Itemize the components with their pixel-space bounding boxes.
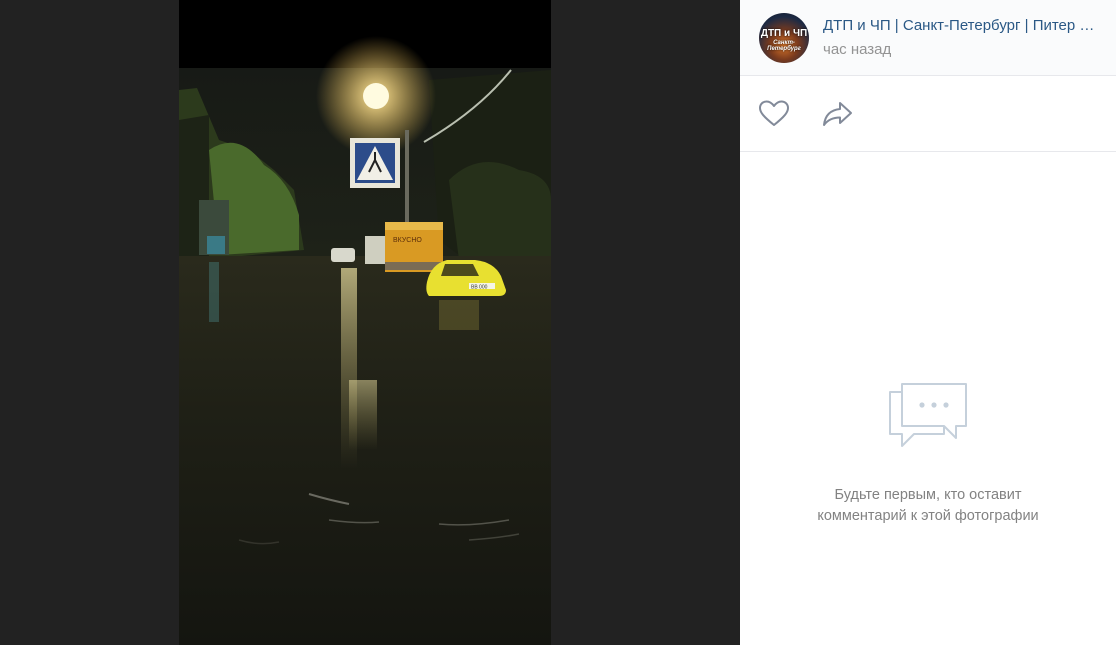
photo-viewer: ВКУСНО ВВ 000 [0,0,740,645]
chat-bubbles-icon [889,383,967,447]
empty-comments-text: Будьте первым, кто оставит комментарий к… [740,485,1116,527]
group-name-link[interactable]: ДТП и ЧП | Санкт-Петербург | Питер Онлай… [823,17,1103,34]
group-avatar[interactable]: ДТП и ЧП Санкт-Петербург [759,13,809,63]
post-actions [740,76,1116,152]
like-button[interactable] [758,99,790,129]
post-time[interactable]: час назад [823,41,891,58]
photo-image: ВКУСНО ВВ 000 [179,0,551,645]
photo[interactable]: ВКУСНО ВВ 000 [179,0,551,645]
post-header: ДТП и ЧП Санкт-Петербург ДТП и ЧП | Санк… [740,0,1116,76]
empty-comments-line2: комментарий к этой фотографии [817,508,1039,524]
share-button[interactable] [822,99,854,129]
avatar-logo-text: ДТП и ЧП [760,28,808,39]
car-plate-text: ВВ 000 [471,285,488,291]
svg-text:ВКУСНО: ВКУСНО [393,237,422,244]
share-arrow-icon [823,102,852,126]
empty-comments-line1: Будьте первым, кто оставит [834,487,1022,503]
comments-empty-state: Будьте первым, кто оставит комментарий к… [740,382,1116,527]
avatar-logo-subtext: Санкт-Петербург [767,40,801,52]
heart-icon [759,100,789,126]
post-sidebar: ДТП и ЧП Санкт-Петербург ДТП и ЧП | Санк… [740,0,1116,645]
